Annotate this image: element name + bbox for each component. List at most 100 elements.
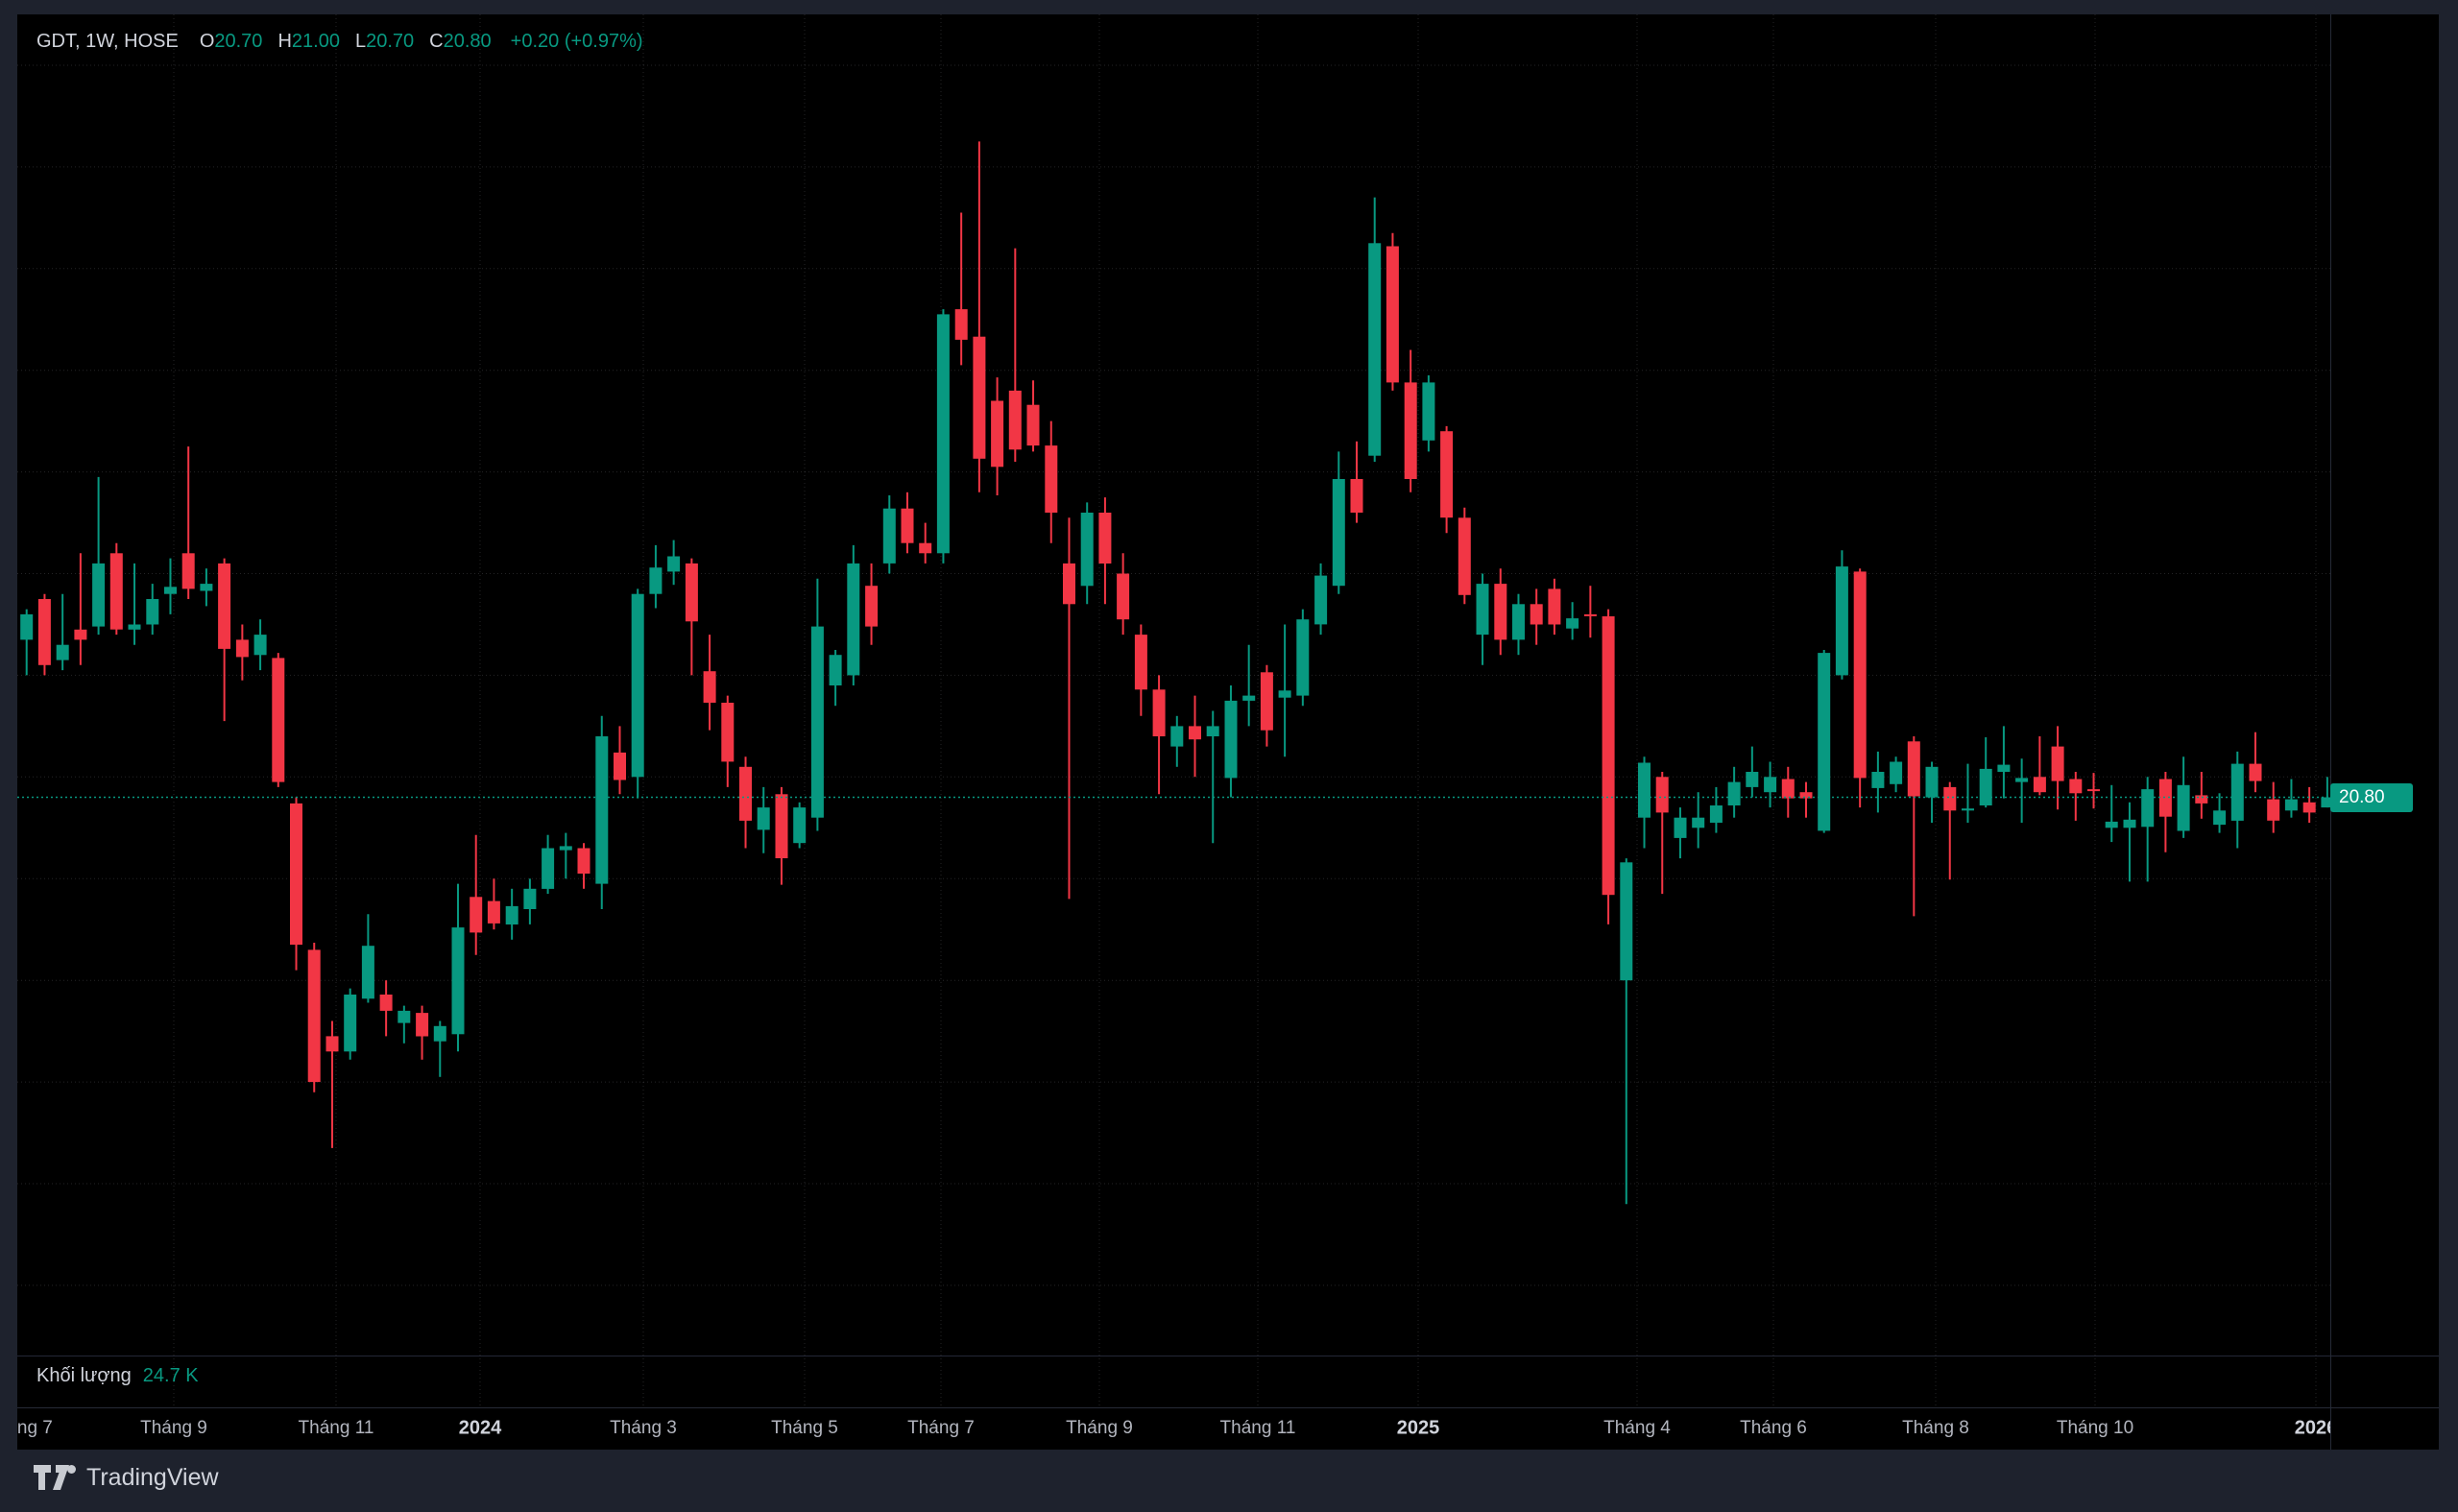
candle[interactable] — [326, 1021, 339, 1148]
candle[interactable] — [1242, 645, 1255, 727]
candle[interactable] — [1692, 792, 1704, 848]
candle[interactable] — [902, 492, 914, 554]
candle[interactable] — [1962, 764, 1974, 823]
candle[interactable] — [2213, 793, 2226, 832]
candlestick-chart[interactable] — [17, 14, 2330, 1407]
candle[interactable] — [1170, 716, 1183, 767]
candle[interactable] — [2267, 782, 2279, 833]
candle[interactable] — [1584, 586, 1597, 637]
volume-indicator-row[interactable]: Khối lượng24.7 K — [36, 1365, 199, 1387]
candle[interactable] — [1854, 568, 1867, 807]
symbol-title[interactable]: GDT, 1W, HOSE — [36, 31, 179, 52]
candle[interactable] — [649, 545, 662, 609]
candle[interactable] — [1117, 553, 1129, 635]
candle[interactable] — [2321, 777, 2330, 807]
candle[interactable] — [1746, 747, 1758, 798]
candle[interactable] — [308, 943, 321, 1092]
candle[interactable] — [560, 833, 572, 879]
candle[interactable] — [290, 798, 302, 971]
candle[interactable] — [523, 878, 536, 924]
candle[interactable] — [811, 579, 824, 831]
candle[interactable] — [847, 545, 859, 685]
candle[interactable] — [1871, 752, 1884, 813]
candle[interactable] — [488, 878, 500, 929]
candle[interactable] — [1638, 756, 1651, 848]
candle[interactable] — [1926, 762, 1939, 824]
candle[interactable] — [973, 141, 985, 492]
candle[interactable] — [937, 309, 950, 564]
candle[interactable] — [1656, 772, 1669, 894]
candle[interactable] — [92, 477, 105, 635]
candle[interactable] — [1368, 198, 1381, 462]
candle[interactable] — [2195, 772, 2207, 819]
candle[interactable] — [2231, 752, 2244, 849]
candle[interactable] — [2141, 777, 2154, 881]
candle[interactable] — [883, 495, 896, 574]
candle[interactable] — [1710, 787, 1723, 833]
candle[interactable] — [1494, 568, 1506, 655]
candle[interactable] — [218, 559, 230, 722]
candle[interactable] — [686, 559, 698, 676]
candle[interactable] — [1009, 249, 1022, 462]
candle[interactable] — [1314, 564, 1327, 635]
candle[interactable] — [776, 787, 788, 885]
candle[interactable] — [1997, 726, 2010, 798]
candle[interactable] — [955, 213, 968, 366]
candle[interactable] — [236, 625, 249, 681]
candle[interactable] — [830, 650, 842, 706]
candle[interactable] — [129, 564, 141, 645]
candle[interactable] — [1063, 517, 1075, 899]
tradingview-logo-text[interactable]: TradingView — [86, 1464, 219, 1492]
candle[interactable] — [1782, 767, 1795, 818]
candle[interactable] — [200, 568, 212, 606]
candle[interactable] — [2285, 780, 2298, 818]
candle[interactable] — [1422, 375, 1434, 451]
time-axis[interactable]: Tháng 7Tháng 9Tháng 112024Tháng 3Tháng 5… — [17, 1407, 2330, 1450]
candle[interactable] — [1296, 610, 1309, 707]
candle[interactable] — [1135, 625, 1147, 716]
candle[interactable] — [272, 653, 284, 787]
candle[interactable] — [1405, 350, 1417, 492]
candle[interactable] — [1351, 442, 1363, 523]
candle[interactable] — [146, 584, 158, 635]
price-axis[interactable]: 28.0027.0026.0025.0024.0023.0022.0021.00… — [2330, 14, 2439, 1407]
candle[interactable] — [1189, 696, 1201, 778]
candle[interactable] — [38, 594, 51, 676]
candle[interactable] — [595, 716, 608, 909]
candle[interactable] — [2106, 785, 2118, 842]
candle[interactable] — [2303, 787, 2316, 823]
candle[interactable] — [1943, 782, 1956, 880]
candle[interactable] — [1045, 421, 1057, 543]
candle[interactable] — [2087, 773, 2100, 808]
candle[interactable] — [919, 523, 931, 564]
candle[interactable] — [1440, 426, 1453, 533]
candle[interactable] — [434, 1021, 446, 1077]
candle[interactable] — [1512, 594, 1525, 656]
candle[interactable] — [865, 564, 878, 645]
candle[interactable] — [614, 726, 626, 794]
candle[interactable] — [1027, 380, 1040, 451]
candle[interactable] — [506, 889, 518, 940]
candle[interactable] — [182, 446, 195, 599]
candle[interactable] — [1153, 675, 1166, 794]
candle[interactable] — [1225, 685, 1238, 798]
candle[interactable] — [380, 980, 393, 1036]
candle[interactable] — [1530, 588, 1543, 644]
candle[interactable] — [452, 884, 465, 1052]
candle[interactable] — [164, 559, 177, 614]
candle[interactable] — [2250, 732, 2262, 793]
candle[interactable] — [2069, 772, 2082, 821]
candle[interactable] — [1818, 650, 1830, 833]
candle[interactable] — [667, 540, 680, 586]
tradingview-logo-icon[interactable] — [33, 1463, 77, 1492]
candle[interactable] — [721, 696, 734, 787]
candle[interactable] — [344, 989, 356, 1060]
candle[interactable] — [1548, 579, 1560, 635]
candle[interactable] — [632, 588, 644, 798]
candle[interactable] — [416, 1006, 428, 1060]
candle[interactable] — [1620, 858, 1632, 1204]
candle[interactable] — [793, 803, 806, 849]
candle[interactable] — [1477, 574, 1489, 665]
candle[interactable] — [2015, 758, 2028, 823]
candle[interactable] — [2159, 772, 2172, 852]
